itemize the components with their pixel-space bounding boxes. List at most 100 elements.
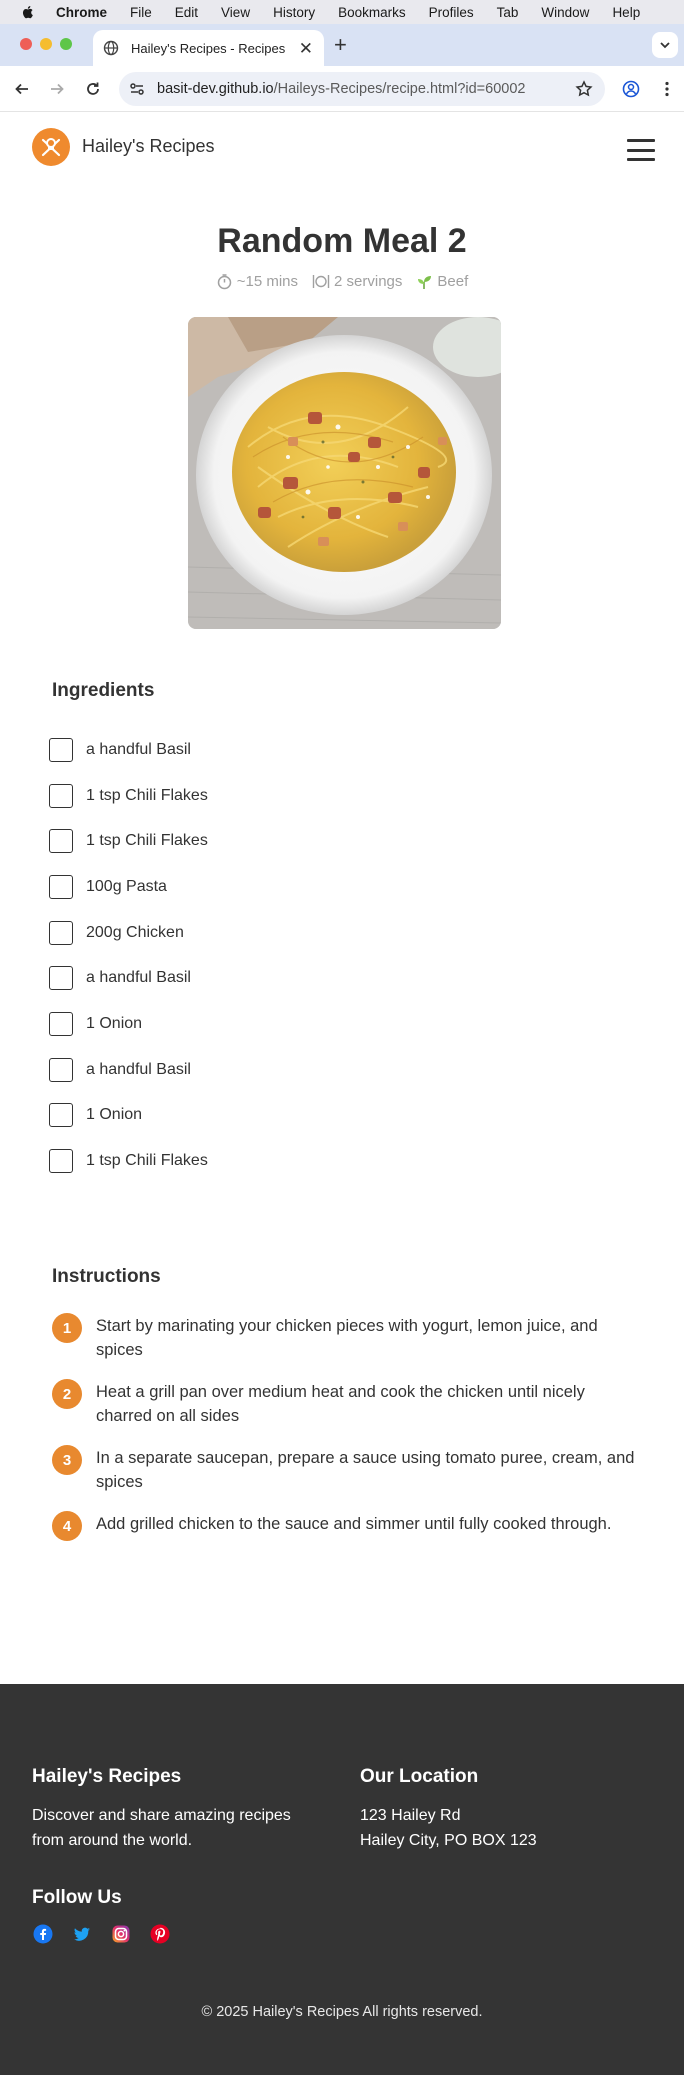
ingredient-item[interactable]: a handful Basil: [49, 1047, 208, 1093]
ingredient-item[interactable]: 1 tsp Chili Flakes: [49, 1138, 208, 1184]
footer-brand-title: Hailey's Recipes: [32, 1766, 182, 1787]
ingredient-item[interactable]: 1 Onion: [49, 1001, 208, 1047]
ingredient-checkbox[interactable]: [49, 737, 73, 762]
instructions-heading: Instructions: [52, 1266, 161, 1287]
reload-icon[interactable]: [83, 79, 103, 99]
instruction-step: 2 Heat a grill pan over medium heat and …: [52, 1378, 642, 1428]
ingredient-checkbox[interactable]: [49, 1103, 73, 1128]
ingredients-heading: Ingredients: [52, 680, 155, 701]
site-logo-icon[interactable]: [32, 128, 70, 166]
globe-icon: [103, 40, 119, 56]
menu-bookmarks[interactable]: Bookmarks: [338, 5, 406, 20]
ingredient-checkbox[interactable]: [49, 1149, 73, 1174]
ingredient-checkbox[interactable]: [49, 874, 73, 899]
chevron-down-icon: [660, 42, 670, 49]
menu-app-name[interactable]: Chrome: [56, 5, 107, 20]
recipe-category-text: Beef: [437, 273, 469, 290]
hamburger-menu-icon[interactable]: [627, 139, 655, 161]
footer-address-line2: Hailey City, PO BOX 123: [360, 1832, 537, 1849]
apple-logo-icon[interactable]: [20, 4, 36, 20]
ingredient-label: 1 tsp Chili Flakes: [86, 1152, 208, 1170]
ingredient-item[interactable]: 1 tsp Chili Flakes: [49, 818, 208, 864]
forward-arrow-icon[interactable]: [47, 79, 67, 99]
recipe-photo: [188, 317, 501, 629]
step-number-badge: 4: [52, 1511, 82, 1541]
menu-tab[interactable]: Tab: [497, 5, 519, 20]
menu-help[interactable]: Help: [612, 5, 640, 20]
ingredient-label: a handful Basil: [86, 740, 191, 758]
back-arrow-icon[interactable]: [12, 79, 32, 99]
site-settings-icon[interactable]: [129, 81, 145, 97]
ingredient-checkbox[interactable]: [49, 783, 73, 808]
ingredient-item[interactable]: a handful Basil: [49, 955, 208, 1001]
footer-address-line1: 123 Hailey Rd: [360, 1807, 461, 1824]
window-zoom-button[interactable]: [60, 38, 72, 50]
more-menu-icon[interactable]: [657, 79, 677, 99]
social-links: [33, 1924, 170, 1944]
profile-icon[interactable]: [621, 79, 641, 99]
ingredients-list: a handful Basil 1 tsp Chili Flakes 1 tsp…: [49, 727, 208, 1184]
facebook-icon[interactable]: [33, 1924, 53, 1944]
instruction-step: 3 In a separate saucepan, prepare a sauc…: [52, 1444, 642, 1494]
seedling-icon: [418, 276, 432, 289]
ingredient-label: 1 tsp Chili Flakes: [86, 832, 208, 850]
browser-tab-active[interactable]: Hailey's Recipes - Recipes ✕: [93, 30, 324, 66]
ingredient-label: 100g Pasta: [86, 877, 167, 895]
ingredient-label: 1 Onion: [86, 1106, 143, 1124]
window-minimize-button[interactable]: [40, 38, 52, 50]
menu-edit[interactable]: Edit: [175, 5, 198, 20]
footer-follow-title: Follow Us: [32, 1887, 122, 1908]
ingredient-checkbox[interactable]: [49, 829, 73, 854]
site-footer: Hailey's Recipes Discover and share amaz…: [0, 1684, 684, 2075]
url-path: /Haileys-Recipes/recipe.html?id=60002: [273, 81, 526, 97]
pinterest-icon[interactable]: [150, 1924, 170, 1944]
ingredient-checkbox[interactable]: [49, 1057, 73, 1082]
ingredient-checkbox[interactable]: [49, 920, 73, 945]
browser-tab-strip: Hailey's Recipes - Recipes ✕ +: [0, 24, 684, 66]
menu-profiles[interactable]: Profiles: [429, 5, 474, 20]
ingredient-item[interactable]: 100g Pasta: [49, 864, 208, 910]
menu-window[interactable]: Window: [541, 5, 589, 20]
ingredient-checkbox[interactable]: [49, 966, 73, 991]
recipe-time-text: ~15 mins: [236, 273, 299, 290]
step-number-badge: 2: [52, 1379, 82, 1409]
recipe-category: Beef: [416, 273, 468, 290]
recipe-meta: ~15 mins 2 servings Beef: [0, 273, 684, 290]
footer-brand-text-line1: Discover and share amazing recipes: [32, 1807, 291, 1824]
menu-view[interactable]: View: [221, 5, 250, 20]
twitter-icon[interactable]: [72, 1924, 92, 1944]
address-bar[interactable]: basit-dev.github.io/Haileys-Recipes/reci…: [119, 72, 605, 106]
ingredient-label: 200g Chicken: [86, 923, 184, 941]
ingredient-checkbox[interactable]: [49, 1011, 73, 1036]
copyright-text: © 2025 Hailey's Recipes All rights reser…: [201, 2004, 483, 2020]
ingredient-item[interactable]: 1 tsp Chili Flakes: [49, 773, 208, 819]
tab-close-icon[interactable]: ✕: [299, 39, 313, 59]
window-close-button[interactable]: [20, 38, 32, 50]
ingredient-item[interactable]: 200g Chicken: [49, 910, 208, 956]
footer-brand-text-line2: from around the world.: [32, 1832, 193, 1849]
step-number-badge: 1: [52, 1313, 82, 1343]
url-host: basit-dev.github.io: [157, 81, 274, 97]
ingredient-item[interactable]: a handful Basil: [49, 727, 208, 773]
browser-toolbar: basit-dev.github.io/Haileys-Recipes/reci…: [0, 66, 684, 112]
menu-history[interactable]: History: [273, 5, 315, 20]
bookmark-star-icon[interactable]: [575, 80, 593, 98]
step-text: Heat a grill pan over medium heat and co…: [96, 1383, 585, 1425]
ingredient-item[interactable]: 1 Onion: [49, 1093, 208, 1139]
step-text: Start by marinating your chicken pieces …: [96, 1317, 598, 1359]
menu-file[interactable]: File: [130, 5, 152, 20]
ingredient-label: a handful Basil: [86, 1060, 191, 1078]
ingredient-label: 1 tsp Chili Flakes: [86, 786, 208, 804]
tab-search-button[interactable]: [652, 32, 678, 58]
footer-address: 123 Hailey Rd Hailey City, PO BOX 123: [360, 1803, 537, 1853]
step-text: Add grilled chicken to the sauce and sim…: [96, 1515, 612, 1533]
site-brand[interactable]: Hailey's Recipes: [82, 136, 215, 157]
instruction-step: 1 Start by marinating your chicken piece…: [52, 1312, 642, 1362]
step-text: In a separate saucepan, prepare a sauce …: [96, 1449, 635, 1491]
instruction-step: 4 Add grilled chicken to the sauce and s…: [52, 1510, 642, 1541]
new-tab-icon[interactable]: +: [334, 32, 347, 58]
footer-brand-text: Discover and share amazing recipes from …: [32, 1803, 291, 1853]
instagram-icon[interactable]: [111, 1924, 131, 1944]
recipe-servings: 2 servings: [312, 273, 402, 290]
mac-menu-bar: Chrome File Edit View History Bookmarks …: [0, 0, 684, 24]
